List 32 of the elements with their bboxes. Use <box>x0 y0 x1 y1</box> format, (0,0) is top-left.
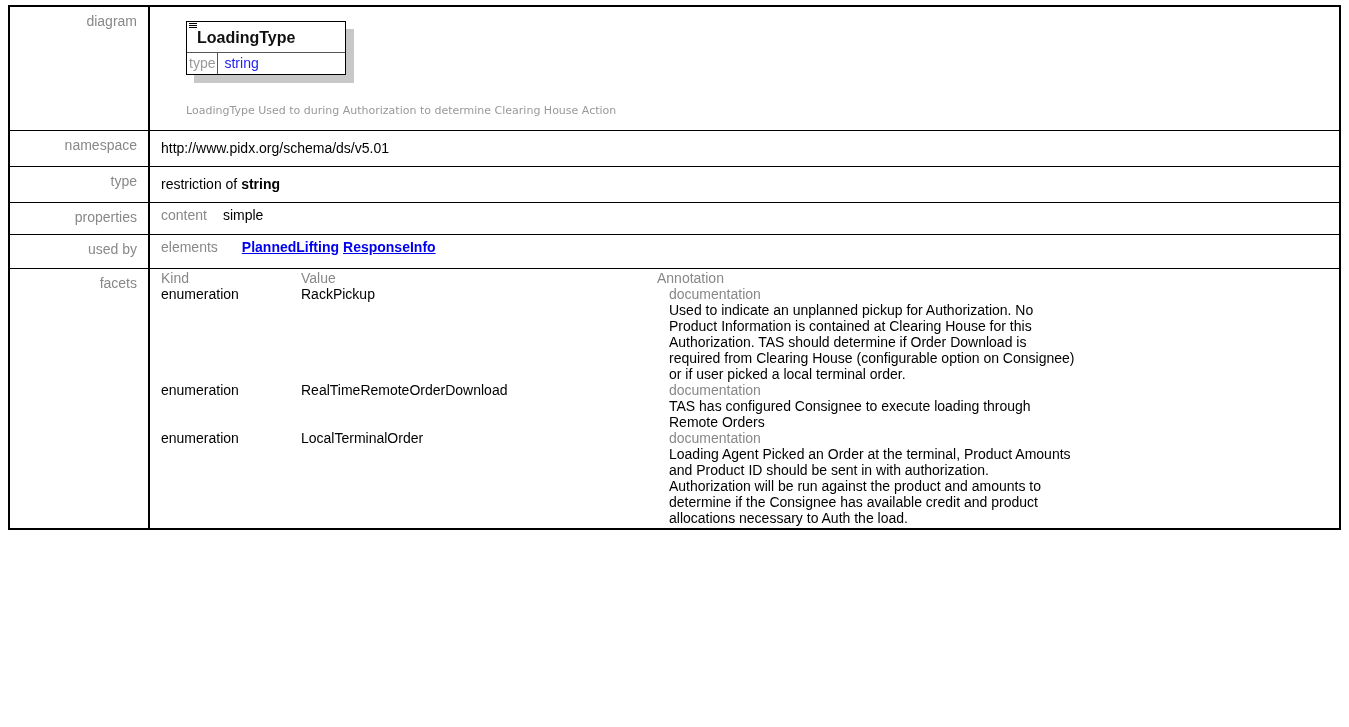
documentation-label: documentation <box>669 429 762 446</box>
row-label: facets <box>99 274 137 291</box>
row-label: diagram <box>86 13 137 29</box>
property-name: content <box>161 205 207 225</box>
documentation-text: Used to indicate an unplanned pickup for Authorization. No Product Information is contained at Clearing House for this Authorization. TAS should determine if Order Download is required from Clearing House (configurable option on Consignee) or if user picked a local terminal order. <box>669 301 1076 382</box>
row-value: http://www.pidx.org/schema/ds/v5.01 <box>160 138 390 158</box>
documentation-label: documentation <box>669 285 762 302</box>
facet-value: RackPickup <box>301 285 376 302</box>
column-header: Annotation <box>657 269 725 286</box>
facet-value: RealTimeRemoteOrderDownload <box>301 381 509 398</box>
property-value: simple <box>222 205 264 225</box>
row-label: type <box>110 172 137 189</box>
documentation-text: Loading Agent Picked an Order at the terminal, Product Amounts and Product ID should be sent in with authorization. Authorization will be run against the product and amounts to determine if the Consignee has available credit and product allocations necessary to Auth the load. <box>669 445 1072 526</box>
row-label: used by <box>87 240 137 257</box>
diagram-title: LoadingType <box>196 29 296 46</box>
element-link[interactable]: PlannedLifting <box>241 236 340 258</box>
facet-kind: enumeration <box>161 429 240 446</box>
facet-kind: enumeration <box>161 285 240 302</box>
diagram-caption: LoadingType Used to during Authorization to determine Clearing House Action <box>186 103 618 119</box>
facet-value: LocalTerminalOrder <box>301 429 425 446</box>
column-header: Kind <box>161 269 191 286</box>
diagram-type-value: string <box>223 54 260 73</box>
column-header: Value <box>301 269 337 286</box>
row-label: namespace <box>64 136 137 153</box>
used-by-category: elements <box>161 237 218 257</box>
row-label: properties <box>74 208 137 225</box>
element-link[interactable]: ResponseInfo <box>343 236 436 258</box>
diagram-type-label: type <box>187 53 219 74</box>
row-value: restriction of string <box>160 174 282 194</box>
documentation-text: TAS has configured Consignee to execute loading through Remote Orders <box>669 397 1032 430</box>
documentation-label: documentation <box>669 381 761 398</box>
facet-kind: enumeration <box>161 381 240 398</box>
